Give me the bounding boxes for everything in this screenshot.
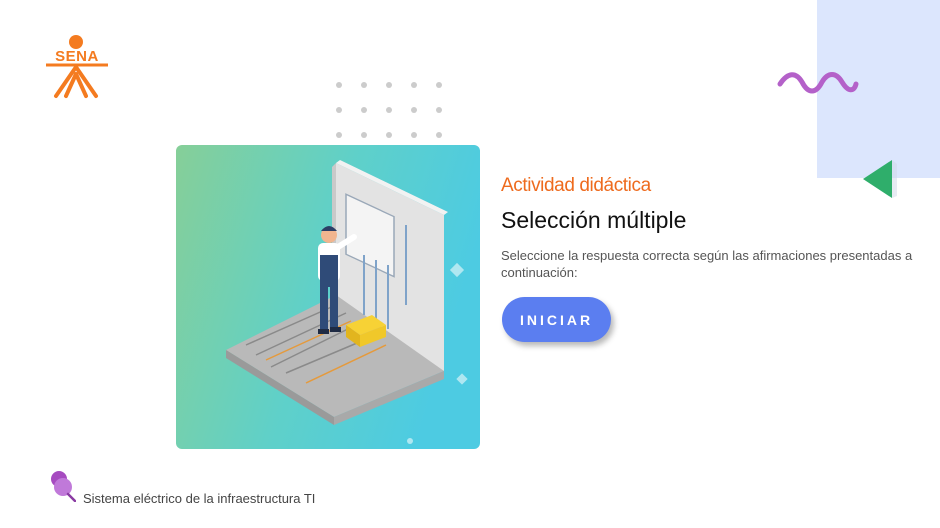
- activity-description: Seleccione la respuesta correcta según l…: [501, 248, 913, 280]
- electrician-illustration: [176, 145, 480, 449]
- sena-logo-icon: [46, 35, 108, 98]
- sena-logo: SENA: [40, 34, 114, 102]
- activity-title: Selección múltiple: [501, 207, 687, 233]
- dot-grid-decoration: [336, 82, 442, 138]
- pin-icon: [51, 471, 76, 502]
- logo-text: SENA: [55, 48, 99, 65]
- activity-info: Actividad didáctica Selección múltiple S…: [501, 174, 921, 281]
- course-title: Sistema eléctrico de la infraestructura …: [83, 491, 316, 506]
- electrician-illustration-icon: [176, 145, 480, 449]
- activity-eyebrow: Actividad didáctica: [501, 175, 651, 196]
- wave-icon: [777, 72, 859, 94]
- start-button[interactable]: INICIAR: [502, 297, 611, 342]
